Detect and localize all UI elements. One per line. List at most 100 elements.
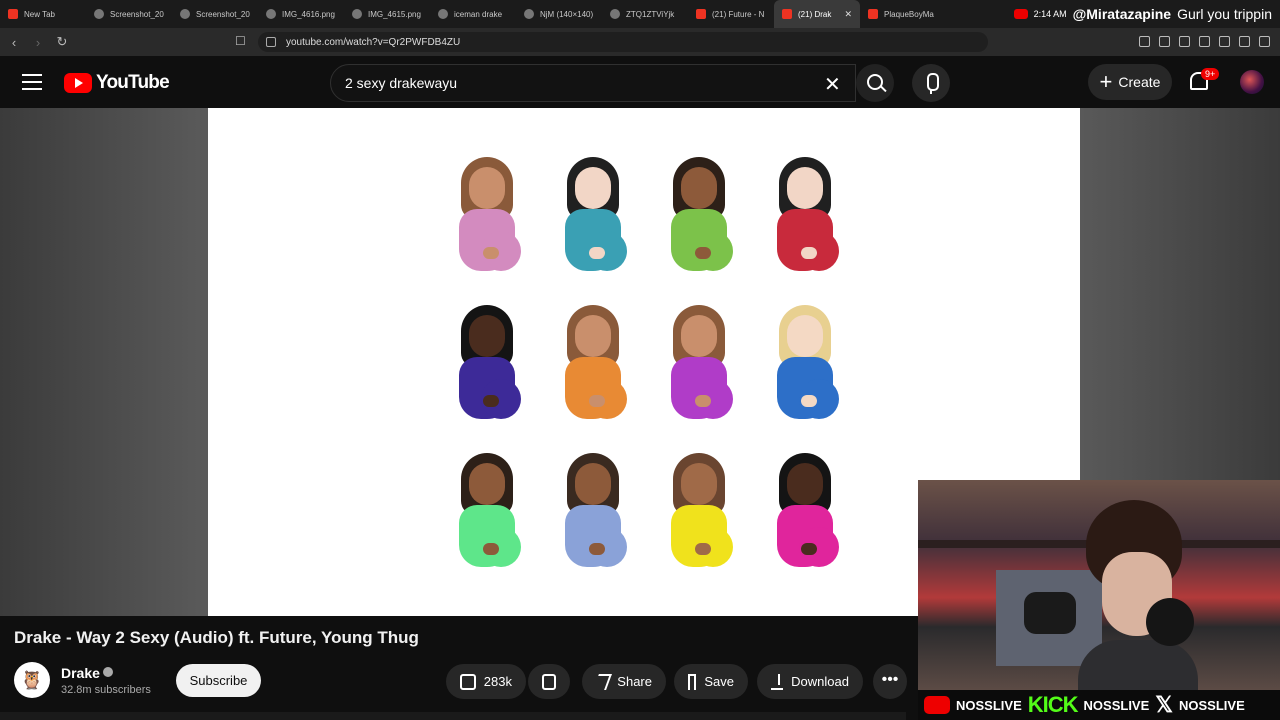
webcam-overlay — [918, 480, 1280, 690]
extension-icon[interactable] — [1199, 36, 1210, 47]
youtube-icon — [924, 696, 950, 714]
chat-username: @Miratazapine — [1072, 6, 1172, 22]
handle-kick: NOSSLIVE — [1083, 697, 1150, 713]
sidebar-icon[interactable] — [1239, 36, 1250, 47]
download-icon — [771, 673, 784, 690]
verified-icon — [103, 667, 113, 677]
browser-tab[interactable]: IMG_4615.png — [344, 0, 430, 28]
bookmark-icon — [688, 673, 697, 690]
clock: 2:14 AM — [1033, 9, 1067, 19]
emoji-face — [575, 315, 611, 357]
stream-handles-bar: NOSSLIVE KICK NOSSLIVE 𝕏 NOSSLIVE — [918, 690, 1280, 720]
browser-toolbar: ‹ › ↻ ☐ youtube.com/watch?v=Qr2PWFDB4ZU — [0, 28, 1280, 56]
pregnant-woman-emoji — [445, 303, 525, 421]
save-button[interactable]: Save — [674, 664, 748, 699]
emoji-hand — [695, 395, 711, 407]
mask-figure — [1024, 592, 1076, 634]
browser-tab-label: IMG_4615.png — [368, 9, 421, 19]
browser-tab[interactable]: ZTQ1ZTViYjk — [602, 0, 688, 28]
youtube-icon — [8, 9, 18, 19]
more-actions-button[interactable]: ••• — [873, 664, 907, 699]
youtube-logo[interactable]: YouTube — [64, 72, 170, 94]
share-icon — [593, 673, 613, 690]
emoji-face — [787, 463, 823, 505]
emoji-face — [681, 463, 717, 505]
url-text: youtube.com/watch?v=Qr2PWFDB4ZU — [286, 36, 461, 48]
browser-tab[interactable]: iceman drake — [430, 0, 516, 28]
save-label: Save — [704, 674, 734, 689]
streamer — [1078, 500, 1198, 690]
like-button[interactable]: 283k — [446, 664, 526, 699]
browser-tab[interactable]: (21) Drak ✕ — [774, 0, 860, 28]
video-frame-emoji-grid — [445, 155, 845, 599]
globe-icon — [352, 9, 362, 19]
browser-tab-label: IMG_4616.png — [282, 9, 335, 19]
forward-icon[interactable]: › — [28, 35, 48, 50]
browser-tab[interactable]: Screenshot_20 — [172, 0, 258, 28]
microphone-icon[interactable] — [912, 64, 950, 102]
download-button[interactable]: Download — [757, 664, 863, 699]
download-label: Download — [791, 674, 849, 689]
globe-icon — [94, 9, 104, 19]
emoji-hand — [483, 395, 499, 407]
streamer-body — [1078, 640, 1198, 690]
emoji-hand — [589, 395, 605, 407]
browser-tab[interactable]: PlaqueBoyMa — [860, 0, 946, 28]
browser-tab[interactable]: New Tab — [0, 0, 86, 28]
emoji-face — [787, 315, 823, 357]
zoom-icon[interactable] — [1139, 36, 1150, 47]
extensions-toolbar — [1139, 36, 1270, 47]
browser-tab[interactable]: Screenshot_20 — [86, 0, 172, 28]
close-tab-icon[interactable]: ✕ — [844, 9, 852, 20]
browser-tab-label: PlaqueBoyMa — [884, 9, 934, 19]
pregnant-woman-emoji — [763, 451, 843, 569]
emoji-hand — [589, 543, 605, 555]
youtube-play-icon — [64, 73, 92, 93]
emoji-hand — [801, 543, 817, 555]
like-count: 283k — [483, 674, 512, 689]
account-avatar[interactable] — [1240, 70, 1264, 94]
emoji-face — [575, 167, 611, 209]
share-button[interactable]: Share — [582, 664, 666, 699]
reload-icon[interactable]: ↻ — [52, 34, 72, 50]
pregnant-woman-emoji — [445, 451, 525, 569]
channel-name[interactable]: Drake — [61, 665, 100, 681]
search-input[interactable]: 2 sexy drakewayu — [330, 64, 856, 102]
globe-icon — [266, 9, 276, 19]
pregnant-woman-emoji — [657, 155, 737, 273]
extension-icon[interactable] — [1179, 36, 1190, 47]
globe-icon — [524, 9, 534, 19]
create-button[interactable]: + Create — [1088, 64, 1172, 100]
back-icon[interactable]: ‹ — [4, 35, 24, 50]
stream-chat-overlay: 2:14 AM @Miratazapine Gurl you trippin — [1013, 0, 1280, 28]
bookmark-icon[interactable]: ☐ — [235, 34, 246, 48]
emoji-face — [575, 463, 611, 505]
pregnant-woman-emoji — [551, 451, 631, 569]
cast-icon[interactable] — [1159, 36, 1170, 47]
clear-search-icon[interactable]: ✕ — [824, 72, 841, 97]
puzzle-icon[interactable] — [1219, 36, 1230, 47]
thumbs-up-icon — [460, 673, 476, 690]
menu-icon[interactable] — [22, 74, 42, 90]
site-info-icon[interactable] — [266, 37, 276, 47]
browser-tab[interactable]: NjM (140×140) — [516, 0, 602, 28]
address-bar[interactable]: youtube.com/watch?v=Qr2PWFDB4ZU — [258, 32, 988, 52]
browser-tab[interactable]: (21) Future - N — [688, 0, 774, 28]
youtube-icon — [782, 9, 792, 19]
subscribe-button[interactable]: Subscribe — [176, 664, 261, 697]
pregnant-woman-emoji — [445, 155, 525, 273]
kick-logo: KICK — [1027, 692, 1079, 717]
browser-tab[interactable]: IMG_4616.png — [258, 0, 344, 28]
thumbs-down-icon — [542, 673, 556, 690]
browser-tab-label: (21) Drak — [798, 9, 832, 19]
browser-tab-label: NjM (140×140) — [540, 9, 594, 19]
youtube-header: YouTube 2 sexy drakewayu ✕ + Create 9+ — [0, 56, 1280, 108]
dislike-button[interactable] — [528, 664, 570, 699]
globe-icon — [180, 9, 190, 19]
channel-avatar[interactable]: 🦉 — [14, 662, 50, 698]
pregnant-woman-emoji — [763, 303, 843, 421]
search-icon[interactable] — [856, 64, 894, 102]
subscriber-count: 32.8m subscribers — [61, 684, 151, 696]
youtube-icon — [868, 9, 878, 19]
screenshot-icon[interactable] — [1259, 36, 1270, 47]
